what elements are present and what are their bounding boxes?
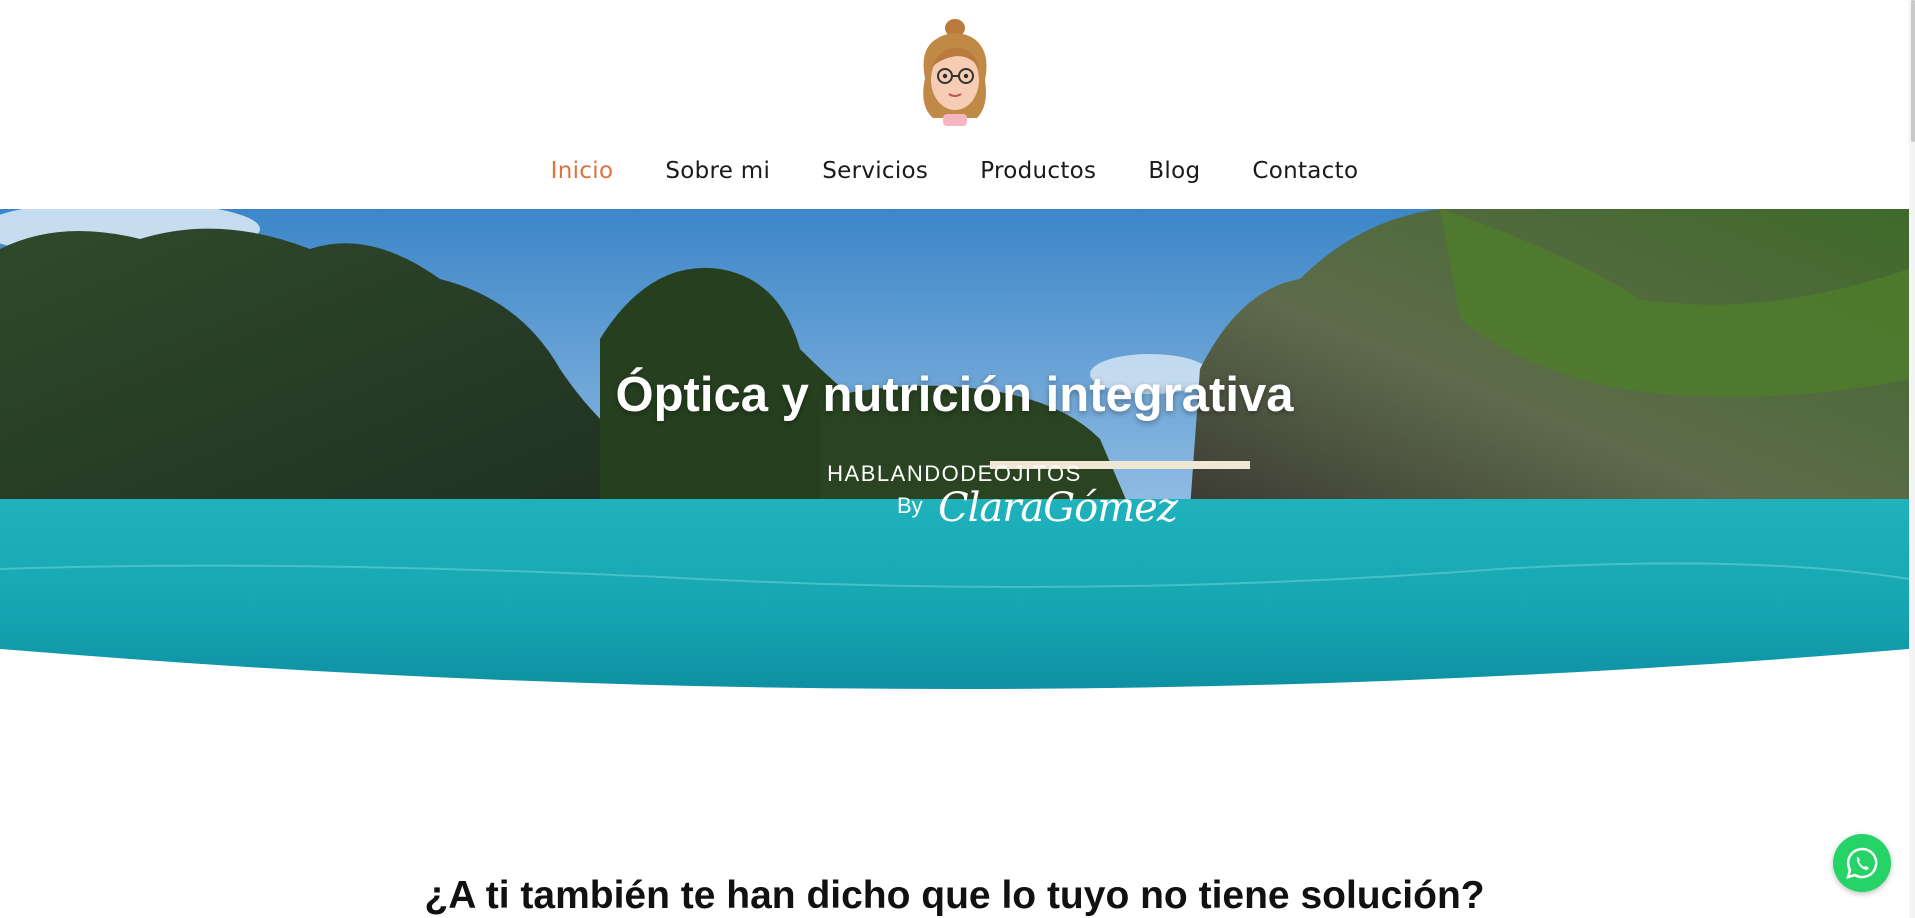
main-nav: Inicio Sobre mi Servicios Productos Blog… [0, 158, 1909, 184]
whatsapp-icon [1846, 847, 1878, 879]
hero-background [0, 209, 1909, 699]
avatar-icon [923, 19, 987, 126]
nav-item-contacto[interactable]: Contacto [1252, 158, 1358, 184]
site-header: Inicio Sobre mi Servicios Productos Blog… [0, 0, 1909, 209]
nav-item-servicios[interactable]: Servicios [822, 158, 928, 184]
nav-item-blog[interactable]: Blog [1148, 158, 1200, 184]
nav-item-productos[interactable]: Productos [980, 158, 1096, 184]
avatar-logo[interactable] [913, 18, 997, 128]
hero-title: Óptica y nutrición integrativa [615, 368, 1294, 422]
hero-brand: HABLANDODEOJITOS [827, 461, 1082, 486]
nav-item-inicio[interactable]: Inicio [551, 158, 614, 184]
scrollbar[interactable] [1909, 0, 1915, 918]
scrollbar-thumb[interactable] [1911, 0, 1915, 142]
nav-item-sobre-mi[interactable]: Sobre mi [665, 158, 770, 184]
section-heading: ¿A ti también te han dicho que lo tuyo n… [424, 874, 1485, 918]
whatsapp-button[interactable] [1833, 834, 1891, 892]
hero-signature: ClaraGómez [938, 485, 1178, 531]
hero-banner: Óptica y nutrición integrativa HABLANDOD… [0, 209, 1909, 699]
hero-by: By [897, 493, 923, 518]
